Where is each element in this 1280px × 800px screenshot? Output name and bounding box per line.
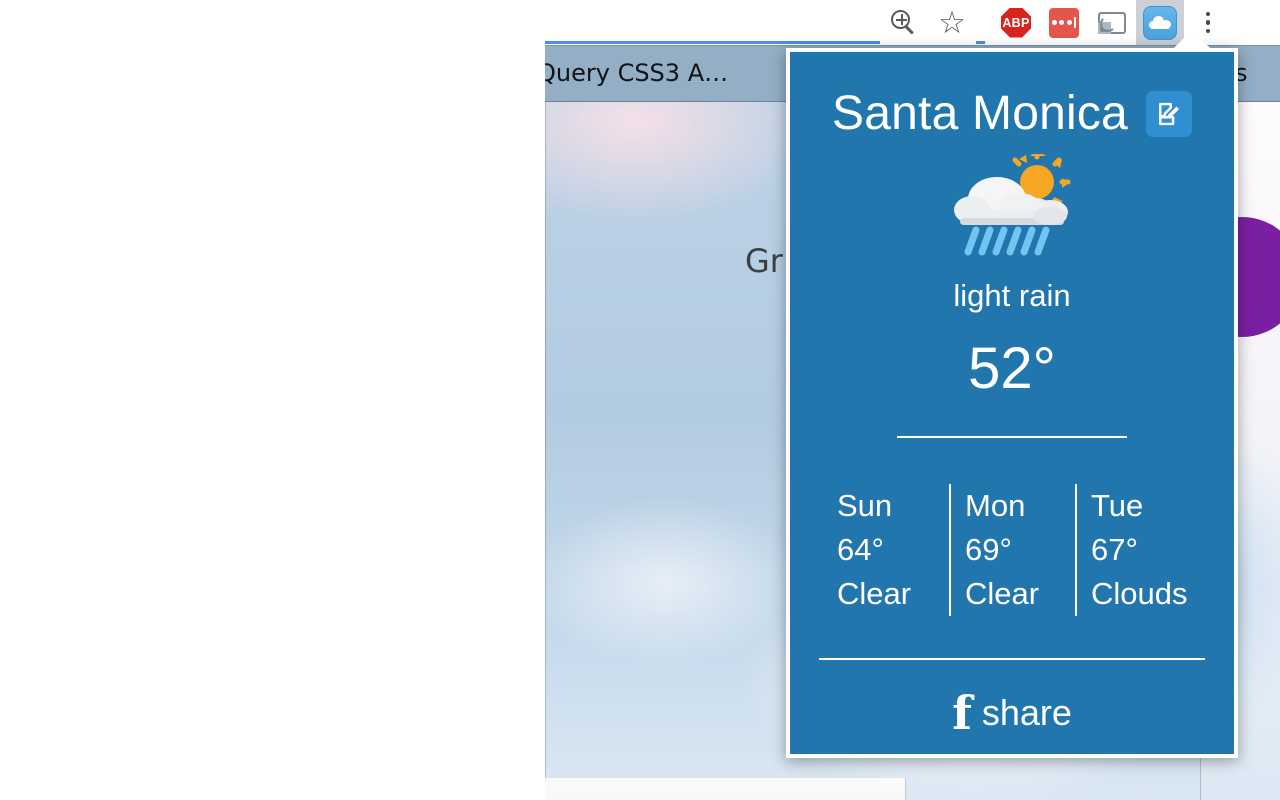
page-left-divider	[545, 102, 546, 800]
facebook-f-icon: f	[952, 686, 972, 741]
cast-icon	[1098, 11, 1126, 34]
current-temperature: 52°	[968, 336, 1056, 401]
zoom-in-icon	[891, 9, 917, 36]
forecast-day-temp: 67°	[1091, 532, 1138, 568]
page-tab-title[interactable]: Query CSS3 A…	[545, 59, 728, 87]
share-label: share	[981, 692, 1072, 734]
forecast-day-temp: 69°	[965, 532, 1012, 568]
popup-header: Santa Monica	[790, 90, 1234, 138]
adblock-plus-button[interactable]: ABP	[992, 0, 1040, 45]
popup-pointer-arrow	[1174, 30, 1210, 48]
edit-location-button[interactable]	[1145, 91, 1192, 137]
edit-location-icon	[1158, 102, 1179, 126]
forecast-day-name: Tue	[1091, 488, 1144, 523]
forecast-day: Mon 69° Clear	[949, 484, 1075, 617]
bookmark-button[interactable]: ☆	[928, 0, 976, 45]
divider-above-share	[819, 658, 1205, 661]
abp-label: ABP	[1002, 15, 1030, 30]
facebook-share-button[interactable]: f share	[952, 690, 1072, 736]
sun-behind-rain-cloud-icon	[942, 149, 1082, 264]
forecast-day-cond: Clear	[965, 576, 1040, 612]
toolbar-icons: ☆ ABP	[880, 0, 1280, 45]
star-icon: ☆	[938, 5, 966, 40]
weather-condition: light rain	[953, 278, 1071, 313]
forecast-day: Sun 64° Clear	[823, 484, 949, 616]
page-headline: Gr	[745, 242, 783, 280]
three-dots-extension-icon	[1049, 7, 1079, 38]
screen: Gr Query CSS3 A… s ☆ ABP Santa Monica li…	[0, 0, 1280, 800]
cloud-icon	[1143, 5, 1177, 40]
forecast-day-temp: 64°	[837, 532, 884, 568]
forecast-day-cond: Clouds	[1091, 576, 1188, 612]
browser-toolbar: ☆ ABP	[0, 0, 1280, 45]
weather-popup: Santa Monica light rain 52° Sun 64° Clea…	[786, 48, 1238, 758]
forecast-row: Sun 64° Clear Mon 69° Clear Tue 67° Clou…	[822, 484, 1202, 617]
divider-under-temperature	[897, 436, 1127, 438]
forecast-day-name: Mon	[965, 488, 1026, 523]
cast-button[interactable]	[1088, 0, 1136, 45]
forecast-day: Tue 67° Clouds	[1075, 484, 1201, 617]
page-searchbar-area	[545, 778, 906, 800]
forecast-day-cond: Clear	[837, 576, 912, 612]
adblock-plus-icon: ABP	[1001, 7, 1031, 38]
zoom-in-button[interactable]	[880, 0, 928, 45]
dots-extension-button[interactable]	[1040, 0, 1088, 45]
forecast-day-name: Sun	[837, 488, 893, 523]
city-name: Santa Monica	[832, 87, 1128, 140]
